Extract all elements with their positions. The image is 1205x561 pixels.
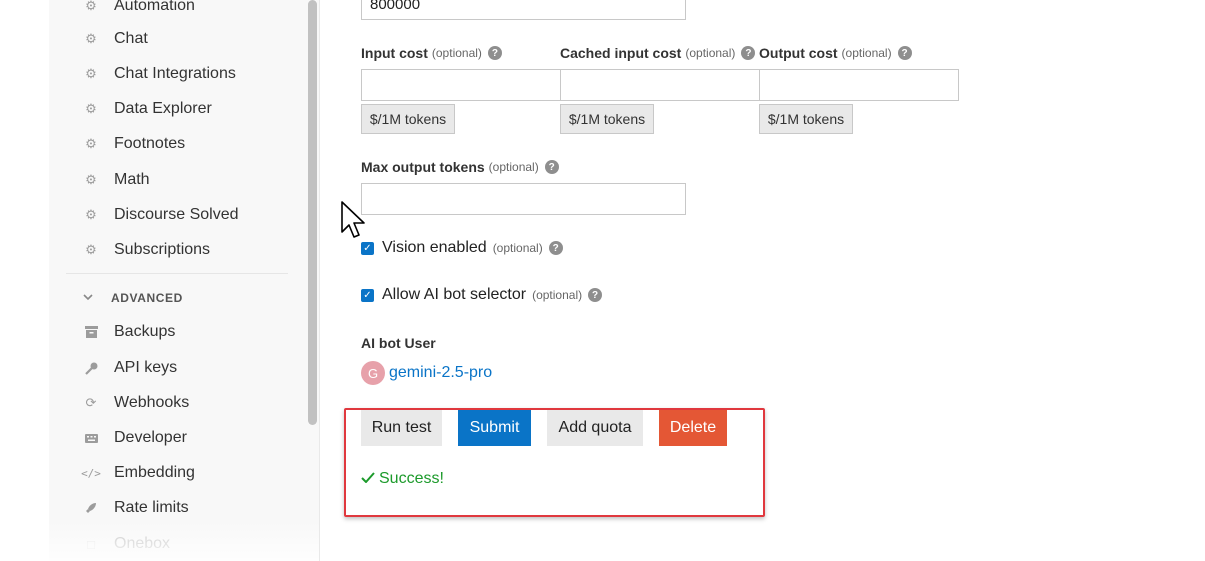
sidebar-section-advanced[interactable]: ADVANCED <box>83 288 183 308</box>
question-circle-icon[interactable]: ? <box>548 241 563 255</box>
output-cost-label-text: Output cost <box>759 45 838 61</box>
sidebar-item-label: Rate limits <box>114 499 189 516</box>
question-circle-icon[interactable]: ? <box>897 46 912 60</box>
sidebar-item-label: Automation <box>114 0 195 14</box>
sidebar-item-embedding[interactable]: </> Embedding <box>49 459 304 487</box>
sidebar-item-label: Math <box>114 171 150 188</box>
sidebar-item-label: Developer <box>114 429 187 446</box>
sidebar-item-label: Onebox <box>114 535 171 552</box>
optional-text: (optional) <box>431 46 482 60</box>
archive-icon <box>83 324 99 340</box>
sidebar-item-onebox[interactable]: □ Onebox <box>49 530 304 558</box>
cursor-arrow-icon <box>341 201 367 246</box>
question-circle-icon[interactable]: ? <box>588 288 603 302</box>
code-icon: </> <box>81 466 101 480</box>
input-cost-label: Input cost (optional) ? <box>361 45 502 61</box>
question-circle-icon[interactable]: ? <box>544 160 559 174</box>
vision-enabled-row: ✓ Vision enabled (optional) ? <box>361 239 563 257</box>
sidebar-item-label: Chat Integrations <box>114 65 236 82</box>
sidebar-item-discourse-solved[interactable]: ⚙ Discourse Solved <box>49 201 304 229</box>
sidebar-item-label: Subscriptions <box>114 241 211 258</box>
vision-enabled-label: Vision enabled <box>382 239 487 256</box>
sidebar-item-automation[interactable]: ⚙ Automation <box>49 0 304 20</box>
sidebar-item-label: Webhooks <box>114 394 190 411</box>
gear-icon: ⚙ <box>85 0 97 13</box>
square-icon: □ <box>87 536 95 552</box>
sync-icon: ⟳ <box>85 395 97 410</box>
gear-icon: ⚙ <box>85 172 97 187</box>
cached-input-cost-unit: $/1M tokens <box>560 104 654 134</box>
ai-bot-user-label: AI bot User <box>361 335 436 351</box>
sidebar-item-label: Backups <box>114 323 176 340</box>
allow-ai-bot-selector-row: ✓ Allow AI bot selector (optional) ? <box>361 286 603 304</box>
input-cost-label-text: Input cost <box>361 45 428 61</box>
allow-ai-bot-selector-checkbox[interactable]: ✓ <box>361 288 374 302</box>
sidebar-scrollbar[interactable] <box>308 0 317 425</box>
cached-input-cost-field[interactable] <box>560 69 760 101</box>
optional-text: (optional) <box>532 288 583 302</box>
admin-sidebar: ⚙ Automation ⚙ Chat ⚙ Chat Integrations … <box>49 0 320 561</box>
max-output-tokens-field[interactable] <box>361 183 686 215</box>
sidebar-item-data-explorer[interactable]: ⚙ Data Explorer <box>49 95 304 123</box>
sidebar-item-footnotes[interactable]: ⚙ Footnotes <box>49 130 304 158</box>
output-cost-field[interactable] <box>759 69 959 101</box>
question-circle-icon[interactable]: ? <box>487 46 502 60</box>
sidebar-item-label: Footnotes <box>114 135 186 152</box>
cached-input-cost-label: Cached input cost (optional) ? <box>560 45 756 61</box>
avatar: G <box>361 361 385 385</box>
allow-ai-bot-selector-label: Allow AI bot selector <box>382 286 527 303</box>
gear-icon: ⚙ <box>85 136 97 151</box>
sidebar-item-label: API keys <box>114 359 178 376</box>
sidebar-item-backups[interactable]: Backups <box>49 318 304 346</box>
gear-icon: ⚙ <box>85 242 97 257</box>
input-cost-unit: $/1M tokens <box>361 104 455 134</box>
question-circle-icon[interactable]: ? <box>741 46 756 60</box>
sidebar-item-label: Data Explorer <box>114 100 212 117</box>
sidebar-item-chat-integrations[interactable]: ⚙ Chat Integrations <box>49 60 304 88</box>
sidebar-item-webhooks[interactable]: ⟳ Webhooks <box>49 389 304 417</box>
sidebar-item-math[interactable]: ⚙ Math <box>49 166 304 194</box>
sidebar-section-title: ADVANCED <box>111 291 183 305</box>
rocket-icon <box>83 500 99 516</box>
optional-text: (optional) <box>492 241 543 255</box>
context-window-input[interactable] <box>361 0 686 20</box>
ai-bot-user[interactable]: G gemini-2.5-pro <box>361 361 492 385</box>
sidebar-item-label: Embedding <box>114 464 195 481</box>
output-cost-unit: $/1M tokens <box>759 104 853 134</box>
optional-text: (optional) <box>488 160 539 174</box>
sidebar-item-label: Chat <box>114 30 148 47</box>
cached-input-cost-label-text: Cached input cost <box>560 45 682 61</box>
key-icon <box>83 360 99 376</box>
keyboard-icon <box>83 430 99 446</box>
highlight-box <box>344 408 765 517</box>
optional-text: (optional) <box>841 46 892 60</box>
output-cost-label: Output cost (optional) ? <box>759 45 912 61</box>
max-output-tokens-label: Max output tokens (optional) ? <box>361 159 559 175</box>
gear-icon: ⚙ <box>85 101 97 116</box>
sidebar-item-rate-limits[interactable]: Rate limits <box>49 494 304 522</box>
sidebar-item-api-keys[interactable]: API keys <box>49 354 304 382</box>
input-cost-field[interactable] <box>361 69 561 101</box>
gear-icon: ⚙ <box>85 31 97 46</box>
gear-icon: ⚙ <box>85 207 97 222</box>
sidebar-item-subscriptions[interactable]: ⚙ Subscriptions <box>49 236 304 264</box>
optional-text: (optional) <box>685 46 736 60</box>
sidebar-item-chat[interactable]: ⚙ Chat <box>49 25 304 53</box>
ai-bot-user-link[interactable]: gemini-2.5-pro <box>389 364 492 382</box>
chevron-down-icon <box>83 292 99 304</box>
sidebar-item-label: Discourse Solved <box>114 206 239 223</box>
max-output-tokens-label-text: Max output tokens <box>361 159 485 175</box>
gear-icon: ⚙ <box>85 66 97 81</box>
sidebar-divider <box>66 273 288 274</box>
sidebar-item-developer[interactable]: Developer <box>49 424 304 452</box>
